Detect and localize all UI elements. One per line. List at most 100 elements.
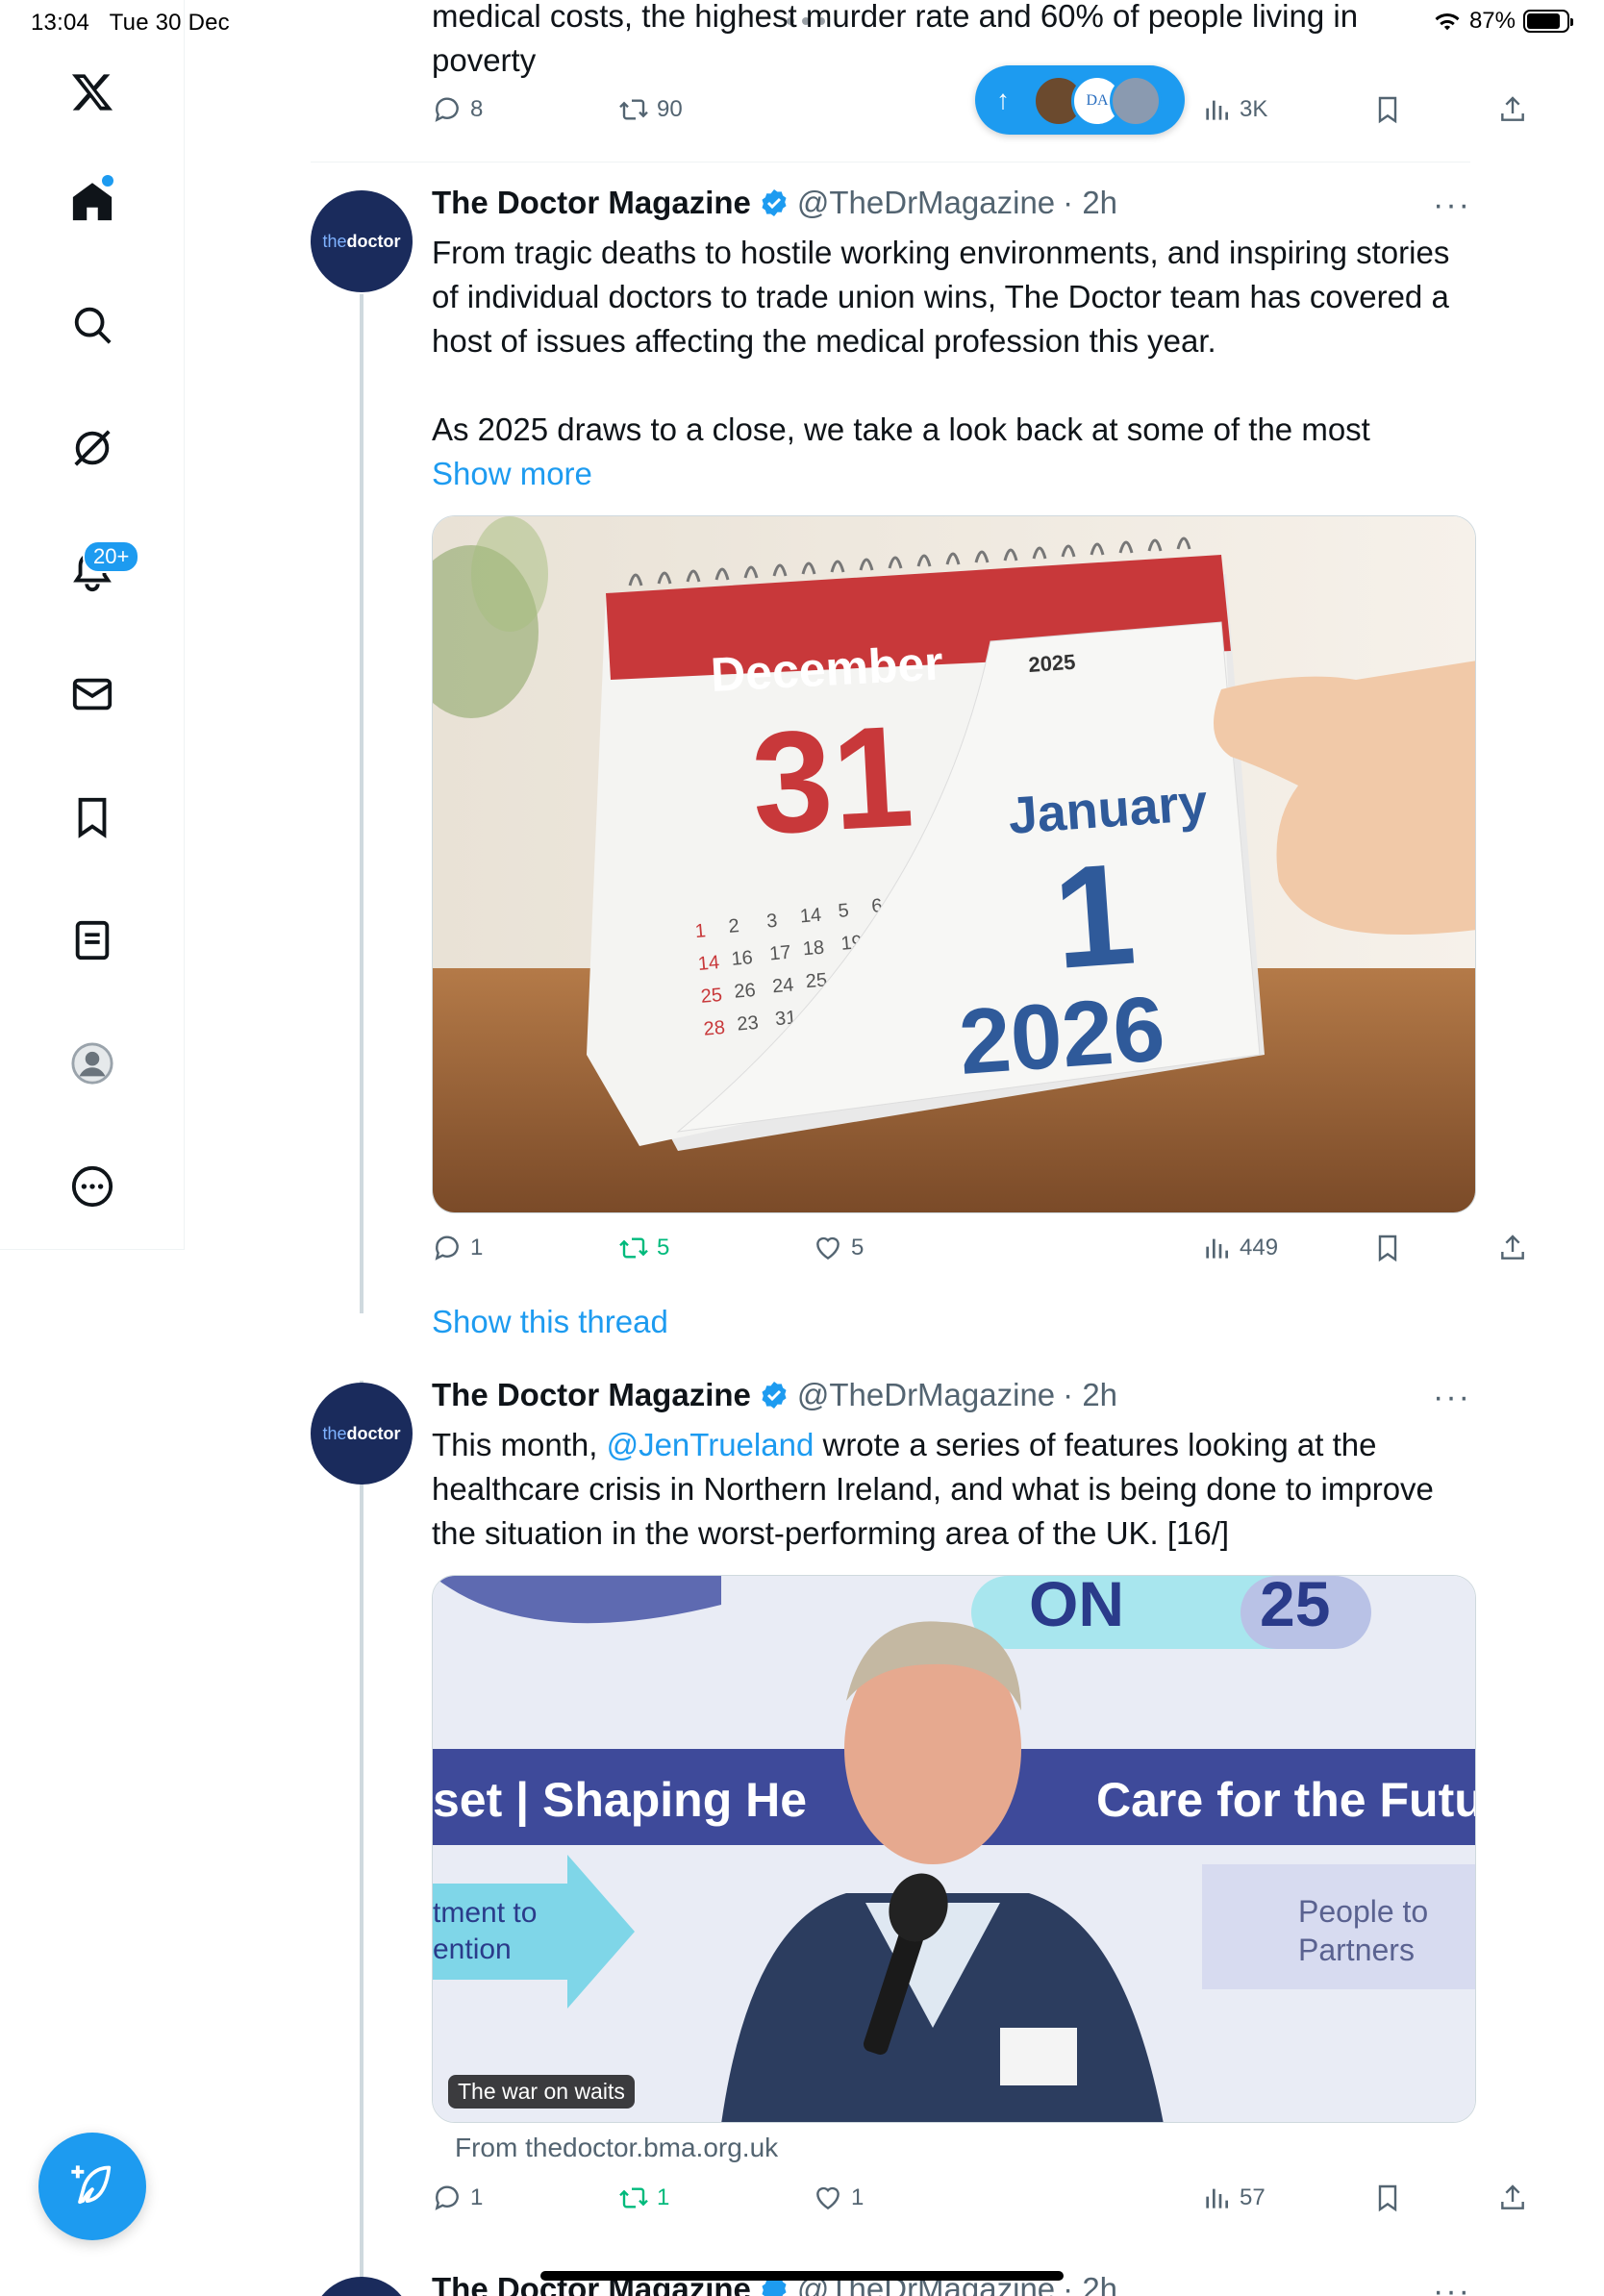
views-button[interactable]: 57 xyxy=(1201,2183,1266,2213)
arrow-text-2: ention xyxy=(433,1934,512,1965)
svg-text:26: 26 xyxy=(734,980,757,1003)
profile-icon[interactable] xyxy=(54,1025,131,1102)
svg-text:1: 1 xyxy=(694,920,707,942)
handle[interactable]: @TheDrMagazine xyxy=(797,185,1055,221)
share-button[interactable] xyxy=(1497,94,1528,125)
share-icon xyxy=(1501,1235,1524,1260)
day-1: 1 xyxy=(1049,833,1140,999)
bookmark-icon[interactable] xyxy=(54,779,131,856)
timestamp[interactable]: · 2h xyxy=(1063,2271,1117,2296)
reply-count: 1 xyxy=(470,1235,484,1260)
views-count: 3K xyxy=(1240,96,1268,122)
svg-text:2: 2 xyxy=(728,915,740,937)
card-caption: The war on waits xyxy=(448,2075,635,2109)
notifications-badge: 20+ xyxy=(83,540,140,573)
repost-count: 5 xyxy=(657,1235,670,1260)
lists-icon[interactable] xyxy=(54,902,131,979)
home-unread-dot xyxy=(102,175,113,187)
display-name[interactable]: The Doctor Magazine xyxy=(432,185,751,221)
repost-button[interactable]: 5 xyxy=(618,1233,669,1263)
right-text-1: People to xyxy=(1298,1894,1428,1929)
new-posts-pill[interactable]: ↑ DA xyxy=(975,65,1185,135)
banner-year-text: 25 xyxy=(1260,1576,1330,1639)
like-button[interactable]: 1 xyxy=(813,2183,864,2213)
tweet-header: The Doctor Magazine @TheDrMagazine · 2h xyxy=(432,185,1117,221)
reply-count: 1 xyxy=(470,2184,484,2210)
bookmark-icon xyxy=(1378,2184,1397,2212)
svg-text:14: 14 xyxy=(697,952,720,975)
show-thread-link[interactable]: Show this thread xyxy=(432,1304,668,1340)
avatar[interactable]: the doctor xyxy=(311,1383,413,1485)
link-card[interactable]: ON 25 set | Shaping He Care for the Futu… xyxy=(432,1575,1476,2123)
bookmark-button[interactable] xyxy=(1372,94,1403,125)
more-options-icon[interactable]: ··· xyxy=(1433,2273,1471,2296)
more-options-icon[interactable]: ··· xyxy=(1433,1379,1471,1416)
mention-link[interactable]: @JenTrueland xyxy=(607,1427,815,1462)
right-text-2: Partners xyxy=(1298,1933,1415,1967)
tweet1-actions: 1 5 5 449 xyxy=(432,1233,1524,1275)
like-count: 5 xyxy=(851,1235,865,1260)
sidebar: 20+ xyxy=(0,0,185,1250)
verified-badge-icon xyxy=(762,1382,787,1409)
card-source[interactable]: From thedoctor.bma.org.uk xyxy=(455,2133,778,2163)
timeline: medical costs, the highest murder rate a… xyxy=(185,0,1604,2296)
banner-top-text: ON xyxy=(1029,1576,1124,1639)
heart-icon xyxy=(816,1236,840,1260)
show-more-link[interactable]: Show more xyxy=(432,456,592,491)
avatar[interactable]: the doctor xyxy=(311,190,413,292)
banner-left-text: set | Shaping He xyxy=(433,1773,807,1828)
svg-text:5: 5 xyxy=(838,900,850,922)
like-count: 1 xyxy=(851,2184,865,2210)
home-indicator[interactable] xyxy=(540,2271,1064,2281)
like-button[interactable]: 5 xyxy=(813,1233,864,1263)
home-icon[interactable] xyxy=(54,163,131,240)
handle[interactable]: @TheDrMagazine xyxy=(797,1377,1055,1413)
card-image: ON 25 set | Shaping He Care for the Futu… xyxy=(433,1576,1475,2122)
share-button[interactable] xyxy=(1497,2183,1528,2213)
arrow-text-1: tment to xyxy=(433,1897,537,1929)
reply-icon xyxy=(435,97,459,122)
svg-text:16: 16 xyxy=(731,947,754,970)
day-31: 31 xyxy=(748,694,916,864)
svg-text:24: 24 xyxy=(771,974,794,997)
tweet-paragraph: From tragic deaths to hostile working en… xyxy=(432,235,1450,359)
share-button[interactable] xyxy=(1497,1233,1528,1263)
search-icon[interactable] xyxy=(54,287,131,363)
avatar[interactable] xyxy=(311,2277,413,2296)
thread-line xyxy=(360,294,363,1313)
tweet-image[interactable]: December 31 1 2 3 14 5 6 14 16 17 18 19 25 26 24 25 … xyxy=(432,515,1476,1213)
views-count: 57 xyxy=(1240,2184,1266,2210)
svg-text:17: 17 xyxy=(768,942,791,965)
more-options-icon[interactable]: ··· xyxy=(1433,187,1471,224)
compose-button[interactable] xyxy=(38,2133,146,2240)
display-name[interactable]: The Doctor Magazine xyxy=(432,1377,751,1413)
reply-count: 8 xyxy=(470,96,484,122)
reply-button[interactable]: 1 xyxy=(432,1233,483,1263)
bookmark-icon xyxy=(1378,1235,1397,1262)
views-button[interactable]: 3K xyxy=(1201,94,1267,125)
reply-button[interactable]: 8 xyxy=(432,94,483,125)
calendar-illustration: December 31 1 2 3 14 5 6 14 16 17 18 19 25 26 24 25 … xyxy=(433,516,1475,1212)
repost-button[interactable]: 90 xyxy=(618,94,683,125)
repost-button[interactable]: 1 xyxy=(618,2183,669,2213)
arrow-up-icon: ↑ xyxy=(996,85,1010,114)
year-2025: 2025 xyxy=(1028,650,1077,677)
reply-icon xyxy=(435,2185,459,2210)
svg-text:23: 23 xyxy=(737,1012,760,1036)
mail-icon[interactable] xyxy=(54,656,131,733)
timestamp[interactable]: · 2h xyxy=(1063,185,1117,221)
views-button[interactable]: 449 xyxy=(1201,1233,1278,1263)
previous-tweet-text: medical costs, the highest murder rate a… xyxy=(432,0,1359,78)
tweet-text: This month, @JenTrueland wrote a series … xyxy=(432,1427,1434,1551)
reply-icon xyxy=(435,1235,459,1260)
bookmark-button[interactable] xyxy=(1372,2183,1403,2213)
timestamp[interactable]: · 2h xyxy=(1063,1377,1117,1413)
x-logo-icon[interactable] xyxy=(54,54,131,131)
more-icon[interactable] xyxy=(54,1148,131,1225)
grok-icon[interactable] xyxy=(54,410,131,487)
reply-button[interactable]: 1 xyxy=(432,2183,483,2213)
bookmark-button[interactable] xyxy=(1372,1233,1403,1263)
bookmark-icon xyxy=(1378,96,1397,124)
repost-count: 90 xyxy=(657,96,683,122)
svg-text:18: 18 xyxy=(802,937,825,961)
